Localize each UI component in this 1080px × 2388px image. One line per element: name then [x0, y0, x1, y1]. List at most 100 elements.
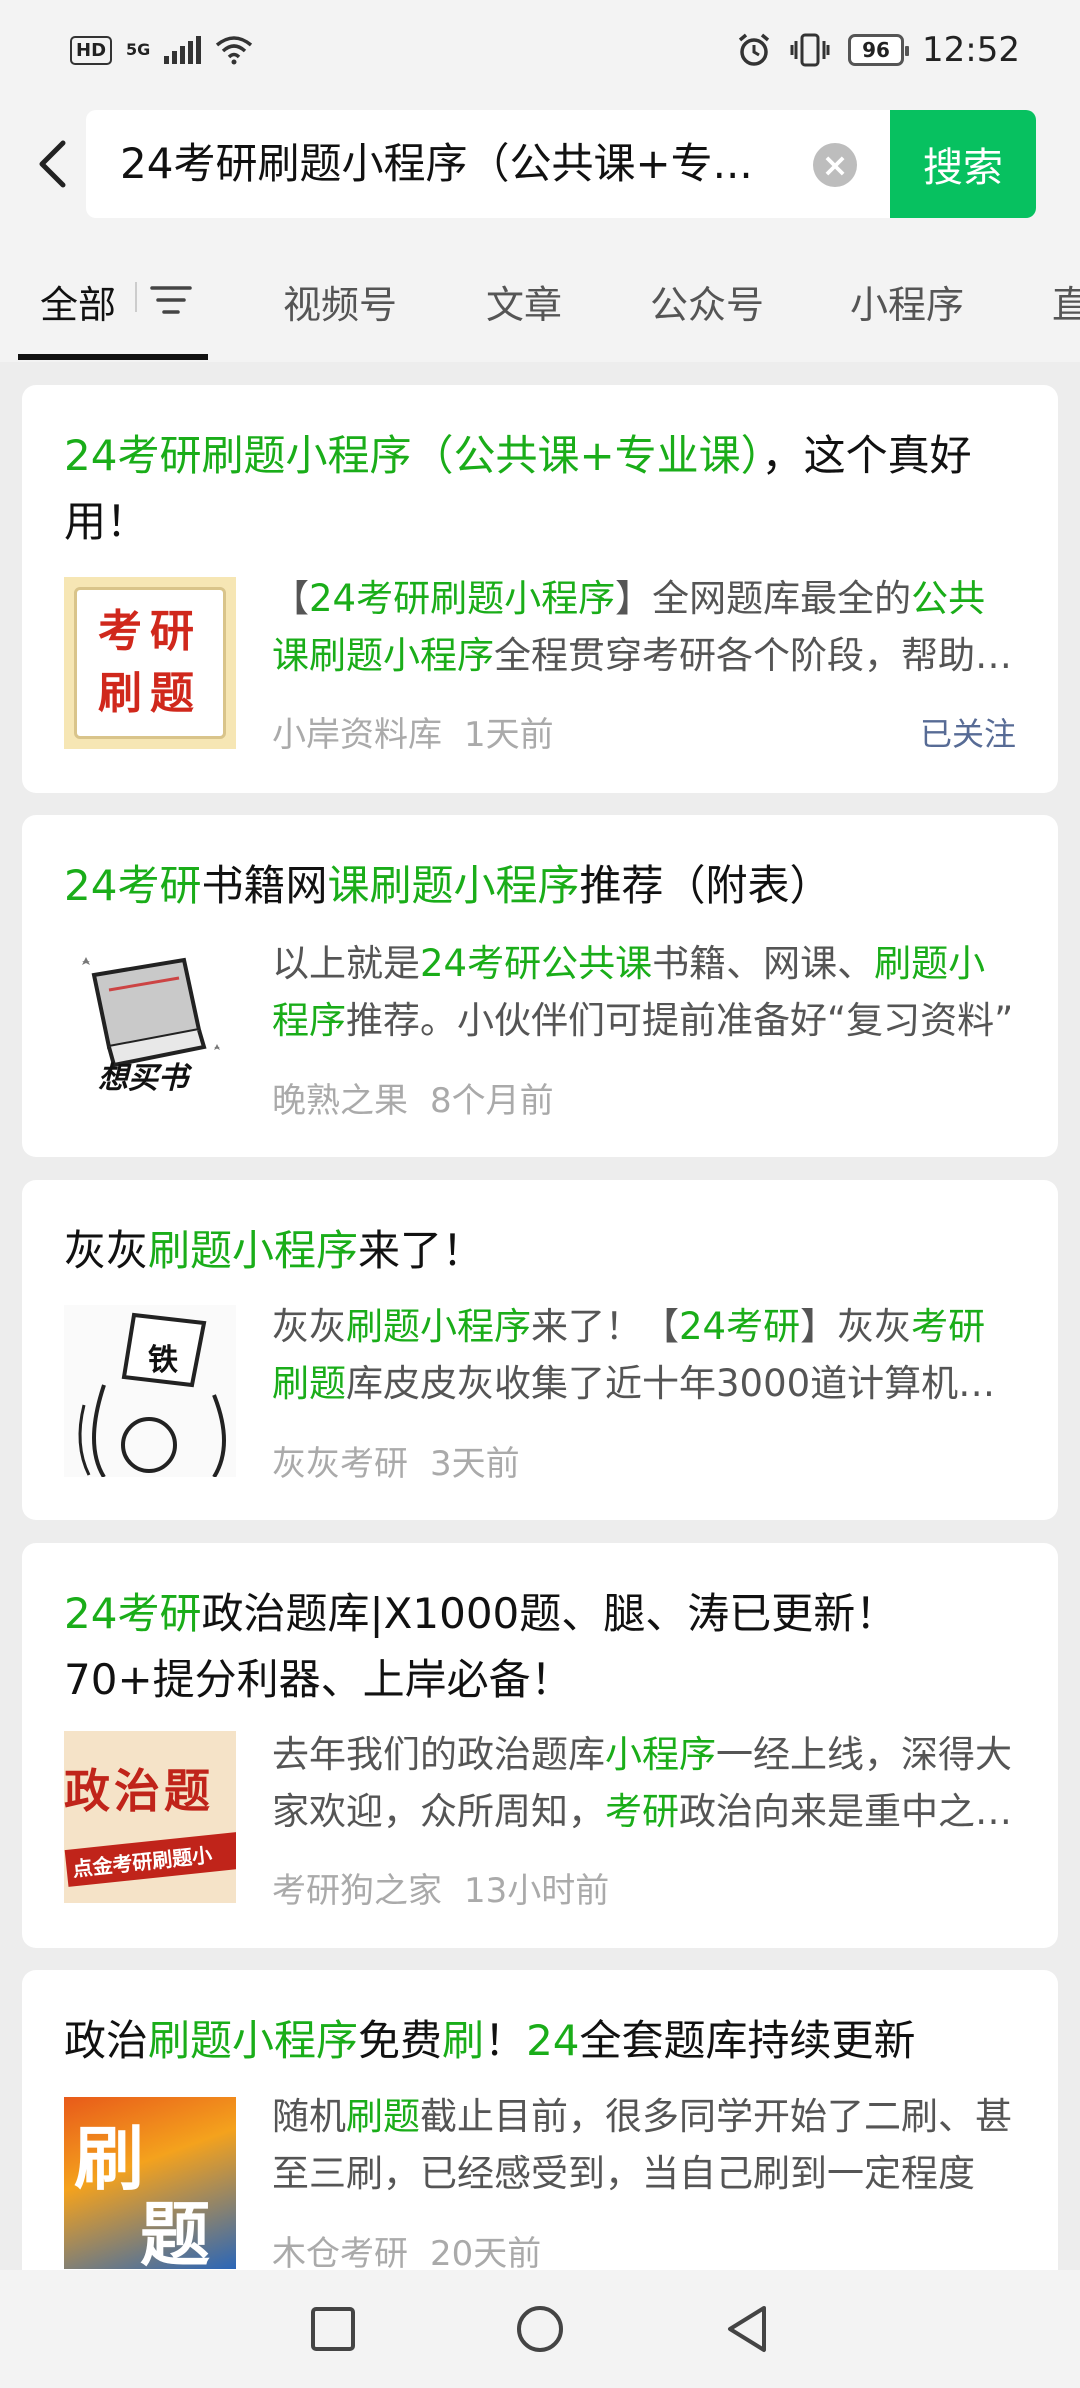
result-source[interactable]: 考研狗之家 — [272, 1871, 442, 1911]
text-segment: 书籍网 — [201, 861, 328, 910]
close-icon: × — [821, 146, 849, 184]
result-title: 24考研书籍网课刷题小程序推荐（附表） — [64, 853, 1024, 919]
text-segment: 推荐。小伙伴们可提前准备好“复习资料” — [346, 999, 1014, 1042]
result-source[interactable]: 小岸资料库 — [272, 715, 442, 755]
result-time: 13小时前 — [464, 1871, 610, 1911]
text-segment: 去年我们的政治题库 — [272, 1733, 605, 1776]
thumbnail-text: 铁 — [148, 1343, 178, 1378]
tab-accounts[interactable]: 公众号 — [650, 274, 764, 329]
text-segment: ！ — [484, 2016, 527, 2065]
result-thumbnail: 想买书 — [64, 935, 236, 1107]
result-source[interactable]: 木仓考研 — [272, 2234, 408, 2274]
result-source[interactable]: 灰灰考研 — [272, 1444, 408, 1484]
thumbnail-text: 点金考研刷题小 — [64, 1828, 236, 1887]
alarm-icon — [738, 33, 770, 66]
text-segment: 来了！【 — [531, 1305, 679, 1348]
highlighted-text: 24考研公共课 — [420, 942, 653, 985]
highlighted-text: 考研 — [605, 1790, 679, 1833]
highlighted-text: 24考研 — [64, 861, 202, 910]
result-title: 24考研政治题库|X1000题、腿、涛已更新！70+提分利器、上岸必备！ — [64, 1581, 1024, 1713]
highlighted-text: 24考研刷题小程序 — [309, 577, 616, 620]
search-box: 24考研刷题小程序（公共课+专... × 搜索 — [86, 110, 1036, 218]
tab-all[interactable]: 全部 — [40, 274, 116, 329]
battery-icon: 96 — [848, 34, 910, 66]
result-snippet: 去年我们的政治题库小程序一经上线，深得大家欢迎，众所周知，考研政治向来是重中之重… — [272, 1726, 1022, 1840]
highlighted-text: 刷题小程序 — [346, 1305, 531, 1348]
result-title: 政治刷题小程序免费刷！24全套题库持续更新 — [64, 2008, 1024, 2074]
result-thumbnail: 考研 刷题 — [64, 577, 236, 749]
thumbnail-text: 想买书 — [98, 1061, 188, 1096]
search-header: 24考研刷题小程序（公共课+专... × 搜索 — [0, 100, 1080, 230]
highlighted-text: 刷题 — [346, 2095, 420, 2138]
tab-articles[interactable]: 文章 — [486, 274, 562, 329]
thumbnail-text: 政治题 — [64, 1764, 214, 1818]
cartoon-illustration — [78, 1312, 226, 1477]
thumbnail-text: 考研 — [98, 606, 202, 657]
result-meta: 晚熟之果 8个月前 — [272, 1073, 554, 1122]
text-segment: 全套题库持续更新 — [579, 2016, 916, 2065]
highlighted-text: 24考研刷题小程序（公共课+专业课） — [64, 431, 762, 480]
highlighted-text: 课刷题小程序 — [327, 861, 580, 910]
text-segment: 灰灰 — [272, 1305, 346, 1348]
tab-bar: 全部 视频号 文章 公众号 小程序 直 — [0, 230, 1080, 362]
followed-badge: 已关注 — [919, 715, 1016, 753]
result-card[interactable]: 政治刷题小程序免费刷！24全套题库持续更新 刷 题 随机刷题截止目前，很多同学开… — [22, 1970, 1058, 2290]
divider — [135, 282, 137, 312]
result-thumbnail: 刷 题 — [64, 2097, 236, 2269]
text-segment: 以上就是 — [272, 942, 420, 985]
chevron-left-icon — [39, 140, 66, 188]
clear-search-button[interactable]: × — [813, 143, 857, 187]
wifi-icon — [216, 36, 253, 65]
highlighted-text: 刷题小程序 — [148, 2016, 359, 2065]
result-card[interactable]: 24考研政治题库|X1000题、腿、涛已更新！70+提分利器、上岸必备！ 政治题… — [22, 1543, 1058, 1948]
result-snippet: 灰灰刷题小程序来了！【24考研】灰灰考研刷题库皮皮灰收集了近十年3000道计算机… — [272, 1298, 1022, 1412]
tab-channels[interactable]: 视频号 — [283, 274, 397, 329]
result-card[interactable]: 灰灰刷题小程序来了！ 铁 灰灰刷题小程序来了！【24考研】灰灰考研刷题库皮皮灰收… — [22, 1180, 1058, 1520]
text-segment: 书籍、网课、 — [652, 942, 875, 985]
hd-icon: HD — [70, 35, 113, 65]
search-input[interactable]: 24考研刷题小程序（公共课+专... — [120, 110, 840, 218]
result-snippet: 以上就是24考研公共课书籍、网课、刷题小程序推荐。小伙伴们可提前准备好“复习资料… — [272, 935, 1022, 1049]
triangle-back-icon — [727, 2306, 766, 2352]
status-bar: HD 5G 96 12:52 — [0, 0, 1080, 100]
text-segment: 政治 — [64, 2016, 149, 2065]
text-segment: 推荐（附表） — [579, 861, 832, 910]
network-type: 5G — [126, 40, 151, 59]
text-segment: 库皮皮灰收集了近十年3000道计算机真题 — [346, 1362, 996, 1405]
tab-mini-programs[interactable]: 小程序 — [850, 274, 964, 329]
result-time: 3天前 — [430, 1444, 520, 1484]
search-button[interactable]: 搜索 — [890, 110, 1036, 218]
text-segment: 随机 — [272, 2095, 346, 2138]
highlighted-text: 刷题小程序 — [148, 1226, 359, 1275]
back-nav-button[interactable] — [717, 2299, 777, 2359]
result-snippet: 随机刷题截止目前，很多同学开始了二刷、甚至三刷，已经感受到，当自己刷到一定程度 — [272, 2088, 1022, 2202]
highlighted-text: 刷 — [442, 2016, 485, 2065]
back-button[interactable] — [28, 136, 76, 192]
vibrate-icon — [790, 33, 830, 67]
text-segment: 】灰灰 — [800, 1305, 912, 1348]
navigation-bar — [0, 2270, 1080, 2388]
thumbnail-text: 刷题 — [98, 668, 202, 719]
highlighted-text: 24考研 — [64, 1589, 202, 1638]
square-icon — [311, 2307, 356, 2351]
result-meta: 考研狗之家 13小时前 — [272, 1863, 609, 1912]
result-card[interactable]: 24考研刷题小程序（公共课+专业课），这个真好用！ 考研 刷题 【24考研刷题小… — [22, 385, 1058, 793]
home-button[interactable] — [510, 2299, 570, 2359]
tab-live[interactable]: 直 — [1052, 274, 1080, 329]
active-tab-indicator — [18, 354, 208, 360]
result-source[interactable]: 晚熟之果 — [272, 1081, 408, 1121]
result-thumbnail: 铁 — [64, 1305, 236, 1477]
result-thumbnail: 政治题 点金考研刷题小 — [64, 1731, 236, 1903]
result-meta: 木仓考研 20天前 — [272, 2226, 541, 2275]
recent-apps-button[interactable] — [303, 2299, 363, 2359]
result-title: 灰灰刷题小程序来了！ — [64, 1218, 1024, 1284]
text-segment: 】全网题库最全的 — [615, 577, 912, 620]
text-segment: 灰灰 — [64, 1226, 149, 1275]
signal-icon — [164, 36, 202, 64]
result-card[interactable]: 24考研书籍网课刷题小程序推荐（附表） 想买书 以上就是24考研公共课书籍、网课… — [22, 815, 1058, 1157]
thumbnail-text: 题 — [140, 2193, 210, 2269]
result-title: 24考研刷题小程序（公共课+专业课），这个真好用！ — [64, 423, 1024, 555]
result-meta: 灰灰考研 3天前 — [272, 1436, 520, 1485]
clock: 12:52 — [922, 30, 1020, 70]
filter-icon[interactable] — [150, 284, 192, 316]
